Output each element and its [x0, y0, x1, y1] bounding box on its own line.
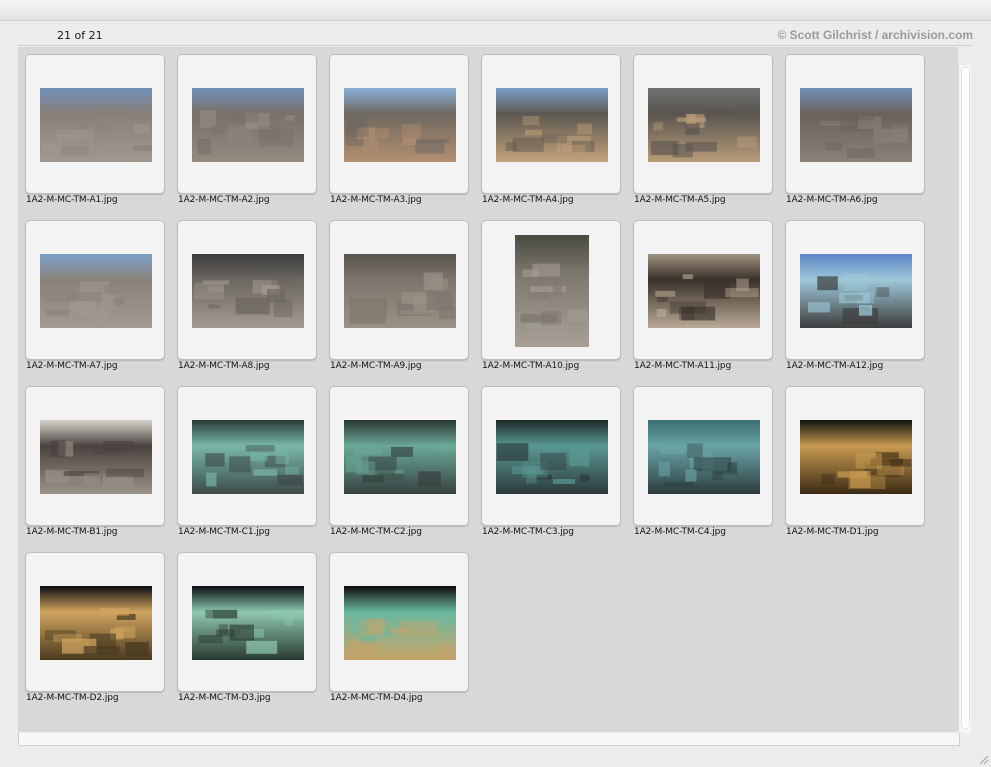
thumbnail-item[interactable]: 1A2-M-MC-TM-D4.jpg	[329, 552, 481, 718]
thumbnail-image[interactable]	[192, 88, 304, 162]
thumbnail-filename: 1A2-M-MC-TM-A11.jpg	[634, 361, 732, 371]
thumbnail-filename: 1A2-M-MC-TM-D1.jpg	[786, 527, 879, 537]
thumbnail-item[interactable]: 1A2-M-MC-TM-C4.jpg	[633, 386, 785, 552]
thumbnail-filename: 1A2-M-MC-TM-A9.jpg	[330, 361, 422, 371]
thumbnail-image[interactable]	[40, 586, 152, 660]
thumbnail-item[interactable]: 1A2-M-MC-TM-B1.jpg	[25, 386, 177, 552]
thumbnail-image[interactable]	[800, 254, 912, 328]
thumbnail-filename: 1A2-M-MC-TM-C1.jpg	[178, 527, 270, 537]
thumbnail-grid-panel: 1A2-M-MC-TM-A1.jpg 1A2-M-MC-TM-A2.jpg 1A2-…	[18, 47, 958, 732]
horizontal-scrollbar[interactable]	[18, 733, 960, 746]
thumbnail-image[interactable]	[40, 88, 152, 162]
scrollbar-thumb[interactable]	[961, 67, 970, 729]
thumbnail-filename: 1A2-M-MC-TM-A5.jpg	[634, 195, 726, 205]
slide-frame[interactable]	[25, 552, 165, 692]
thumbnail-image[interactable]	[344, 420, 456, 494]
thumbnail-image[interactable]	[192, 586, 304, 660]
slide-frame[interactable]	[329, 386, 469, 526]
thumbnail-filename: 1A2-M-MC-TM-D4.jpg	[330, 693, 423, 703]
window-top-strip	[0, 0, 991, 21]
slide-frame[interactable]	[785, 220, 925, 360]
thumbnail-image[interactable]	[192, 420, 304, 494]
thumbnail-item[interactable]: 1A2-M-MC-TM-A2.jpg	[177, 54, 329, 220]
thumbnail-item[interactable]: 1A2-M-MC-TM-A6.jpg	[785, 54, 937, 220]
thumbnail-filename: 1A2-M-MC-TM-C2.jpg	[330, 527, 422, 537]
slide-frame[interactable]	[785, 54, 925, 194]
slide-frame[interactable]	[177, 552, 317, 692]
thumbnail-filename: 1A2-M-MC-TM-A3.jpg	[330, 195, 422, 205]
thumbnail-item[interactable]: 1A2-M-MC-TM-A8.jpg	[177, 220, 329, 386]
slide-frame[interactable]	[481, 54, 621, 194]
thumbnail-filename: 1A2-M-MC-TM-A7.jpg	[26, 361, 118, 371]
thumbnail-filename: 1A2-M-MC-TM-D2.jpg	[26, 693, 119, 703]
header-divider	[18, 45, 973, 46]
slide-frame[interactable]	[633, 386, 773, 526]
slide-frame[interactable]	[25, 54, 165, 194]
thumbnail-item[interactable]: 1A2-M-MC-TM-A3.jpg	[329, 54, 481, 220]
thumbnail-filename: 1A2-M-MC-TM-A1.jpg	[26, 195, 118, 205]
thumbnail-image[interactable]	[344, 88, 456, 162]
thumbnail-item[interactable]: 1A2-M-MC-TM-A1.jpg	[25, 54, 177, 220]
thumbnail-item[interactable]: 1A2-M-MC-TM-A11.jpg	[633, 220, 785, 386]
thumbnail-filename: 1A2-M-MC-TM-B1.jpg	[26, 527, 118, 537]
thumbnail-image[interactable]	[800, 88, 912, 162]
thumbnail-filename: 1A2-M-MC-TM-A12.jpg	[786, 361, 884, 371]
image-counter: 21 of 21	[57, 29, 103, 42]
thumbnail-image[interactable]	[496, 88, 608, 162]
thumbnail-item[interactable]: 1A2-M-MC-TM-A5.jpg	[633, 54, 785, 220]
thumbnail-filename: 1A2-M-MC-TM-A4.jpg	[482, 195, 574, 205]
thumbnail-image[interactable]	[648, 254, 760, 328]
slide-frame[interactable]	[481, 220, 621, 360]
thumbnail-item[interactable]: 1A2-M-MC-TM-A12.jpg	[785, 220, 937, 386]
thumbnail-item[interactable]: 1A2-M-MC-TM-C2.jpg	[329, 386, 481, 552]
thumbnail-image[interactable]	[40, 254, 152, 328]
thumbnail-item[interactable]: 1A2-M-MC-TM-A10.jpg	[481, 220, 633, 386]
thumbnail-item[interactable]: 1A2-M-MC-TM-C3.jpg	[481, 386, 633, 552]
thumbnail-filename: 1A2-M-MC-TM-C4.jpg	[634, 527, 726, 537]
thumbnail-filename: 1A2-M-MC-TM-A8.jpg	[178, 361, 270, 371]
thumbnail-filename: 1A2-M-MC-TM-A2.jpg	[178, 195, 270, 205]
slide-frame[interactable]	[25, 220, 165, 360]
thumbnail-filename: 1A2-M-MC-TM-A10.jpg	[482, 361, 580, 371]
thumbnail-image[interactable]	[648, 420, 760, 494]
slide-frame[interactable]	[177, 54, 317, 194]
slide-frame[interactable]	[481, 386, 621, 526]
slide-frame[interactable]	[329, 552, 469, 692]
thumbnail-image[interactable]	[40, 420, 152, 494]
thumbnail-image[interactable]	[192, 254, 304, 328]
thumbnail-item[interactable]: 1A2-M-MC-TM-A4.jpg	[481, 54, 633, 220]
thumbnail-item[interactable]: 1A2-M-MC-TM-D1.jpg	[785, 386, 937, 552]
thumbnail-filename: 1A2-M-MC-TM-C3.jpg	[482, 527, 574, 537]
slide-frame[interactable]	[785, 386, 925, 526]
thumbnail-filename: 1A2-M-MC-TM-D3.jpg	[178, 693, 271, 703]
slide-frame[interactable]	[329, 54, 469, 194]
thumbnail-image[interactable]	[496, 420, 608, 494]
thumbnail-item[interactable]: 1A2-M-MC-TM-A9.jpg	[329, 220, 481, 386]
thumbnail-image[interactable]	[344, 586, 456, 660]
thumbnail-item[interactable]: 1A2-M-MC-TM-D2.jpg	[25, 552, 177, 718]
slide-frame[interactable]	[177, 386, 317, 526]
vertical-scrollbar[interactable]	[958, 65, 971, 733]
slide-frame[interactable]	[329, 220, 469, 360]
thumbnail-image[interactable]	[648, 88, 760, 162]
slide-frame[interactable]	[633, 220, 773, 360]
thumbnail-item[interactable]: 1A2-M-MC-TM-C1.jpg	[177, 386, 329, 552]
thumbnail-image[interactable]	[515, 235, 589, 347]
thumbnail-item[interactable]: 1A2-M-MC-TM-A7.jpg	[25, 220, 177, 386]
slide-frame[interactable]	[25, 386, 165, 526]
thumbnail-image[interactable]	[344, 254, 456, 328]
slide-frame[interactable]	[177, 220, 317, 360]
resize-grip-icon[interactable]	[977, 753, 989, 765]
thumbnail-filename: 1A2-M-MC-TM-A6.jpg	[786, 195, 878, 205]
thumbnail-item[interactable]: 1A2-M-MC-TM-D3.jpg	[177, 552, 329, 718]
copyright-credit: © Scott Gilchrist / archivision.com	[777, 28, 973, 42]
slide-frame[interactable]	[633, 54, 773, 194]
thumbnail-image[interactable]	[800, 420, 912, 494]
